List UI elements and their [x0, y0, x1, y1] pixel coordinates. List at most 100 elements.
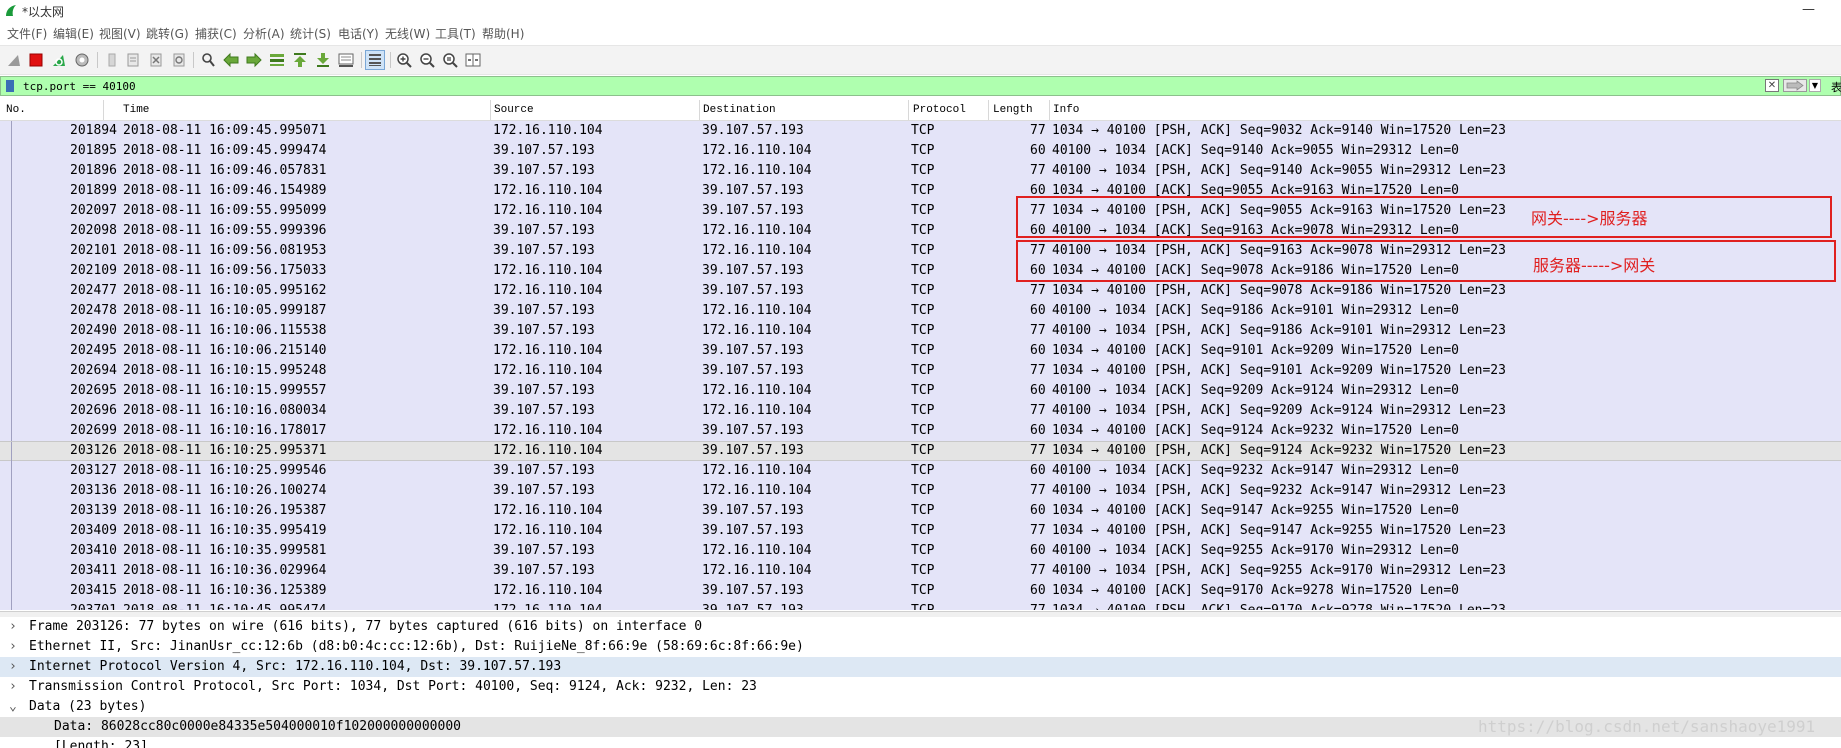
table-row[interactable]: 202490 2018-08-11 16:10:06.115538 39.107.5…	[0, 321, 1841, 341]
table-row[interactable]: 203411 2018-08-11 16:10:36.029964 39.107.5…	[0, 561, 1841, 581]
column-header-source[interactable]: Source	[494, 104, 534, 116]
table-row[interactable]: 203701 2018-08-11 16:10:45.995474 172.16.1…	[0, 601, 1841, 610]
column-header-time[interactable]: Time	[123, 104, 149, 116]
reload-icon[interactable]	[169, 50, 189, 70]
shark-fin-start-icon[interactable]	[4, 50, 24, 70]
cell-source: 39.107.57.193	[493, 163, 595, 178]
open-file-icon[interactable]	[102, 50, 122, 70]
menu-file[interactable]: 文件(F)	[7, 25, 47, 42]
expand-arrow-icon[interactable]: ›	[9, 617, 17, 637]
detail-row-ipv4[interactable]: › Internet Protocol Version 4, Src: 172.…	[0, 657, 1841, 677]
table-row[interactable]: 201894 2018-08-11 16:09:45.995071 172.16.1…	[0, 121, 1841, 141]
menu-edit[interactable]: 编辑(E)	[53, 25, 94, 42]
table-row[interactable]: 202699 2018-08-11 16:10:16.178017 172.16.1…	[0, 421, 1841, 441]
menu-tools[interactable]: 工具(T)	[435, 25, 476, 42]
table-row[interactable]: 202694 2018-08-11 16:10:15.995248 172.16.1…	[0, 361, 1841, 381]
table-row[interactable]: 203409 2018-08-11 16:10:35.995419 172.16.1…	[0, 521, 1841, 541]
menu-go[interactable]: 跳转(G)	[146, 25, 189, 42]
go-forward-icon[interactable]	[244, 50, 264, 70]
zoom-out-icon[interactable]	[417, 50, 437, 70]
go-back-icon[interactable]	[221, 50, 241, 70]
table-row[interactable]: 203415 2018-08-11 16:10:36.125389 172.16.1…	[0, 581, 1841, 601]
save-file-icon[interactable]	[123, 50, 143, 70]
expand-arrow-icon[interactable]: ›	[9, 637, 17, 657]
go-first-icon[interactable]	[290, 50, 310, 70]
capture-options-icon[interactable]	[72, 50, 92, 70]
cell-time: 2018-08-11 16:10:15.999557	[123, 383, 327, 398]
column-header-protocol[interactable]: Protocol	[913, 104, 966, 116]
table-row[interactable]: 203139 2018-08-11 16:10:26.195387 172.16.1…	[0, 501, 1841, 521]
collapse-arrow-icon[interactable]: ⌄	[9, 697, 17, 717]
column-separator[interactable]	[988, 100, 989, 120]
menu-capture[interactable]: 捕获(C)	[195, 25, 237, 42]
apply-filter-icon[interactable]	[1783, 79, 1807, 92]
column-header-destination[interactable]: Destination	[703, 104, 776, 116]
zoom-reset-icon[interactable]	[440, 50, 460, 70]
expand-arrow-icon[interactable]: ›	[9, 657, 17, 677]
close-file-icon[interactable]	[146, 50, 166, 70]
cell-source: 39.107.57.193	[493, 543, 595, 558]
display-filter-input[interactable]	[23, 77, 1723, 95]
column-header-no[interactable]: No.	[6, 104, 26, 116]
cell-destination: 39.107.57.193	[702, 343, 804, 358]
table-row[interactable]: 203136 2018-08-11 16:10:26.100274 39.107.5…	[0, 481, 1841, 501]
menu-analyze[interactable]: 分析(A)	[243, 25, 285, 42]
cell-source: 39.107.57.193	[493, 323, 595, 338]
restart-capture-icon[interactable]	[49, 50, 69, 70]
menu-statistics[interactable]: 统计(S)	[290, 25, 331, 42]
column-header-info[interactable]: Info	[1053, 104, 1079, 116]
menu-telephony[interactable]: 电话(Y)	[338, 25, 379, 42]
cell-no: 203126	[70, 443, 117, 458]
detail-row-tcp[interactable]: › Transmission Control Protocol, Src Por…	[0, 677, 1841, 697]
cell-length: 77	[1030, 523, 1046, 538]
auto-scroll-icon[interactable]	[336, 50, 356, 70]
table-row[interactable]: 202696 2018-08-11 16:10:16.080034 39.107.5…	[0, 401, 1841, 421]
cell-destination: 39.107.57.193	[702, 183, 804, 198]
colorize-icon[interactable]	[365, 50, 385, 70]
table-row[interactable]: 201896 2018-08-11 16:09:46.057831 39.107.5…	[0, 161, 1841, 181]
expand-arrow-icon[interactable]: ›	[9, 677, 17, 697]
cell-no: 202101	[70, 243, 117, 258]
table-row[interactable]: 203410 2018-08-11 16:10:35.999581 39.107.5…	[0, 541, 1841, 561]
toolbar-separator	[193, 52, 194, 68]
menu-view[interactable]: 视图(V)	[99, 25, 141, 42]
resize-columns-icon[interactable]	[463, 50, 483, 70]
table-row[interactable]: 203127 2018-08-11 16:10:25.999546 39.107.5…	[0, 461, 1841, 481]
detail-row-frame[interactable]: › Frame 203126: 77 bytes on wire (616 bi…	[0, 617, 1841, 637]
detail-row-data[interactable]: ⌄ Data (23 bytes)	[0, 697, 1841, 717]
filter-history-dropdown[interactable]: ▼	[1809, 79, 1821, 92]
column-separator[interactable]	[103, 100, 104, 120]
menu-wireless[interactable]: 无线(W)	[385, 25, 430, 42]
column-separator[interactable]	[1049, 100, 1050, 120]
column-separator[interactable]	[490, 100, 491, 120]
cell-info: 1034 → 40100 [PSH, ACK] Seq=9170 Ack=927…	[1052, 601, 1506, 610]
detail-row-ethernet[interactable]: › Ethernet II, Src: JinanUsr_cc:12:6b (d…	[0, 637, 1841, 657]
go-last-icon[interactable]	[313, 50, 333, 70]
filter-expression-button[interactable]: 表	[1831, 79, 1841, 95]
stop-capture-icon[interactable]	[26, 50, 46, 70]
zoom-in-icon[interactable]	[394, 50, 414, 70]
table-row-selected[interactable]: 203126 2018-08-11 16:10:25.995371 172.16.1…	[0, 441, 1841, 462]
go-to-packet-icon[interactable]	[267, 50, 287, 70]
table-row[interactable]: 202695 2018-08-11 16:10:15.999557 39.107.5…	[0, 381, 1841, 401]
row-related-marker	[11, 601, 12, 610]
cell-no: 202477	[70, 283, 117, 298]
table-row[interactable]: 202495 2018-08-11 16:10:06.215140 172.16.1…	[0, 341, 1841, 361]
bookmark-icon[interactable]	[6, 80, 14, 92]
column-separator[interactable]	[908, 100, 909, 120]
column-header-length[interactable]: Length	[993, 104, 1033, 116]
clear-filter-icon[interactable]: ✕	[1765, 79, 1779, 92]
toolbar-separator	[390, 52, 391, 68]
detail-row-length[interactable]: [Length: 23]	[0, 737, 1841, 748]
cell-destination: 39.107.57.193	[702, 583, 804, 598]
cell-info: 1034 → 40100 [PSH, ACK] Seq=9147 Ack=925…	[1052, 523, 1506, 538]
minimize-button[interactable]: —	[1802, 2, 1815, 17]
find-packet-icon[interactable]	[198, 50, 218, 70]
cell-destination: 172.16.110.104	[702, 163, 812, 178]
table-row[interactable]: 201895 2018-08-11 16:09:45.999474 39.107.5…	[0, 141, 1841, 161]
menu-help[interactable]: 帮助(H)	[482, 25, 524, 42]
table-row[interactable]: 202478 2018-08-11 16:10:05.999187 39.107.5…	[0, 301, 1841, 321]
cell-destination: 172.16.110.104	[702, 383, 812, 398]
column-separator[interactable]	[699, 100, 700, 120]
table-row[interactable]: 202477 2018-08-11 16:10:05.995162 172.16.1…	[0, 281, 1841, 301]
